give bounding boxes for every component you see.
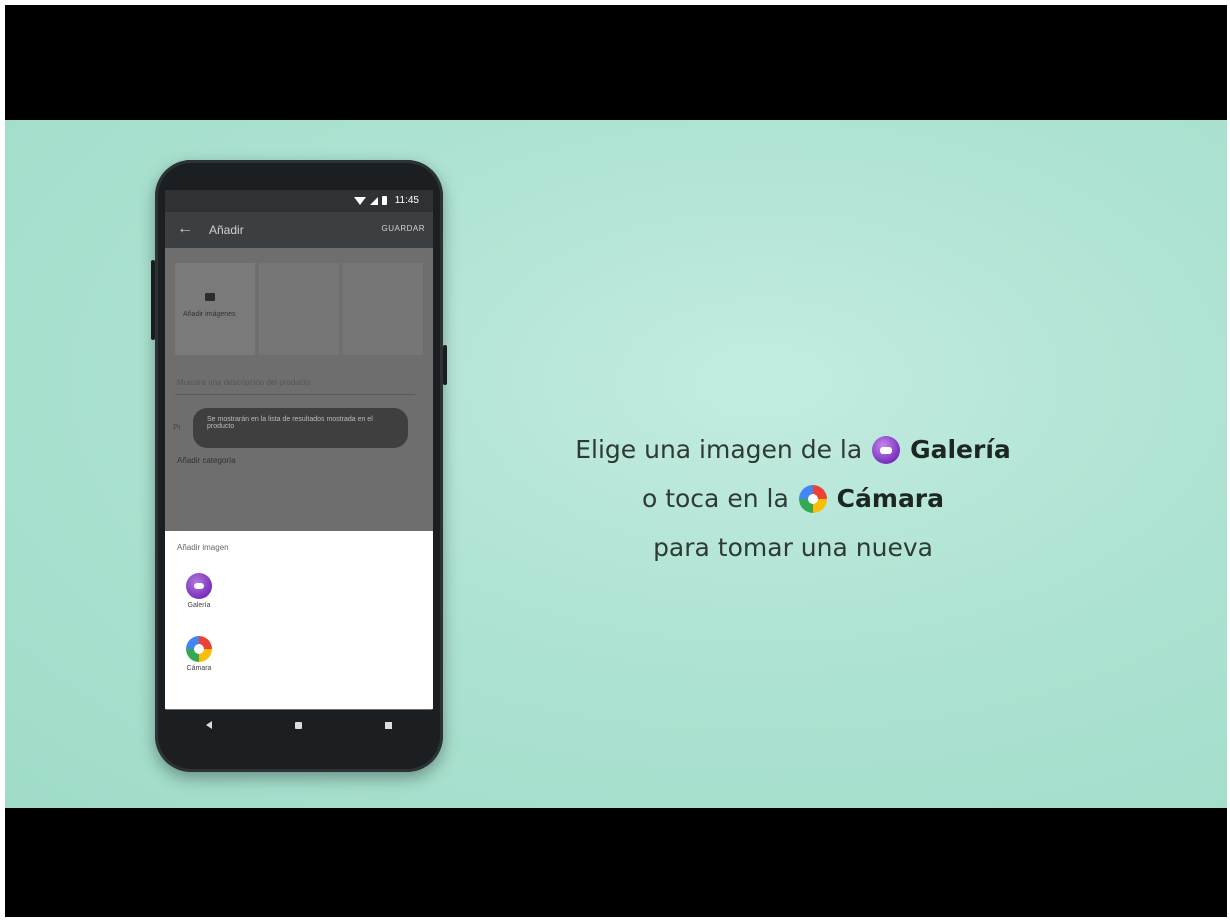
caption-line-2: o toca en la Cámara <box>553 474 1033 523</box>
battery-icon <box>381 196 387 205</box>
caption-gallery-word: Galería <box>910 435 1011 464</box>
camera-icon <box>186 636 212 662</box>
field-prefix: Pr <box>173 423 181 432</box>
image-thumb <box>343 263 423 355</box>
caption-line-3: para tomar una nueva <box>653 533 933 562</box>
caption-text: Elige una imagen de la Galería o toca en… <box>553 425 1033 572</box>
gallery-icon <box>872 436 901 464</box>
add-image-thumb[interactable]: Añadir imágenes <box>175 263 255 355</box>
app-bar-title: Añadir <box>209 223 244 237</box>
scene-background: 11:45 ← Añadir GUARDAR Añadir imágenes M… <box>5 120 1227 808</box>
caption-line-1-text: Elige una imagen de la <box>575 435 863 464</box>
status-bar: 11:45 <box>165 190 433 212</box>
sheet-item-camera[interactable]: Cámara <box>179 636 219 672</box>
sheet-title: Añadir imagen <box>177 543 229 552</box>
category-link[interactable]: Añadir categoría <box>177 456 236 465</box>
camera-small-icon <box>205 293 215 301</box>
nav-bar <box>165 710 433 740</box>
phone-screen: 11:45 ← Añadir GUARDAR Añadir imágenes M… <box>165 190 433 710</box>
add-image-label: Añadir imágenes <box>183 311 236 318</box>
save-button[interactable]: GUARDAR <box>381 224 425 233</box>
sheet-item-gallery[interactable]: Galería <box>179 573 219 609</box>
signal-icon <box>369 196 378 205</box>
app-bar: ← Añadir GUARDAR <box>165 212 433 248</box>
camera-icon <box>798 485 827 513</box>
bottom-sheet: Añadir imagen Galería Cámara <box>165 531 433 709</box>
toast-text: Se mostrarán en la lista de resultados m… <box>207 416 373 430</box>
sheet-item-label: Cámara <box>186 665 212 672</box>
gallery-icon <box>186 573 212 599</box>
description-field[interactable]: Muestra una descripción del producto <box>177 378 310 387</box>
field-underline <box>175 394 415 395</box>
image-thumb-row: Añadir imágenes <box>175 263 423 355</box>
wifi-icon <box>353 196 366 205</box>
nav-recents-icon[interactable] <box>384 721 392 729</box>
caption-camera-word: Cámara <box>836 484 945 513</box>
phone-mockup: 11:45 ← Añadir GUARDAR Añadir imágenes M… <box>151 160 447 772</box>
toast-message: Se mostrarán en la lista de resultados m… <box>193 408 408 448</box>
caption-line-2-text: o toca en la <box>641 484 789 513</box>
power-button <box>443 345 447 385</box>
status-time: 11:45 <box>394 195 419 206</box>
arrow-back-icon[interactable]: ← <box>177 220 193 238</box>
caption-line-1: Elige una imagen de la Galería <box>553 425 1033 474</box>
volume-button <box>151 260 155 340</box>
sheet-item-label: Galería <box>187 602 211 609</box>
nav-back-icon[interactable] <box>206 721 213 729</box>
video-frame: 11:45 ← Añadir GUARDAR Añadir imágenes M… <box>5 5 1227 917</box>
nav-home-icon[interactable] <box>294 721 302 729</box>
image-thumb <box>259 263 339 355</box>
form-dimmed-area: Añadir imágenes Muestra una descripción … <box>165 248 433 531</box>
